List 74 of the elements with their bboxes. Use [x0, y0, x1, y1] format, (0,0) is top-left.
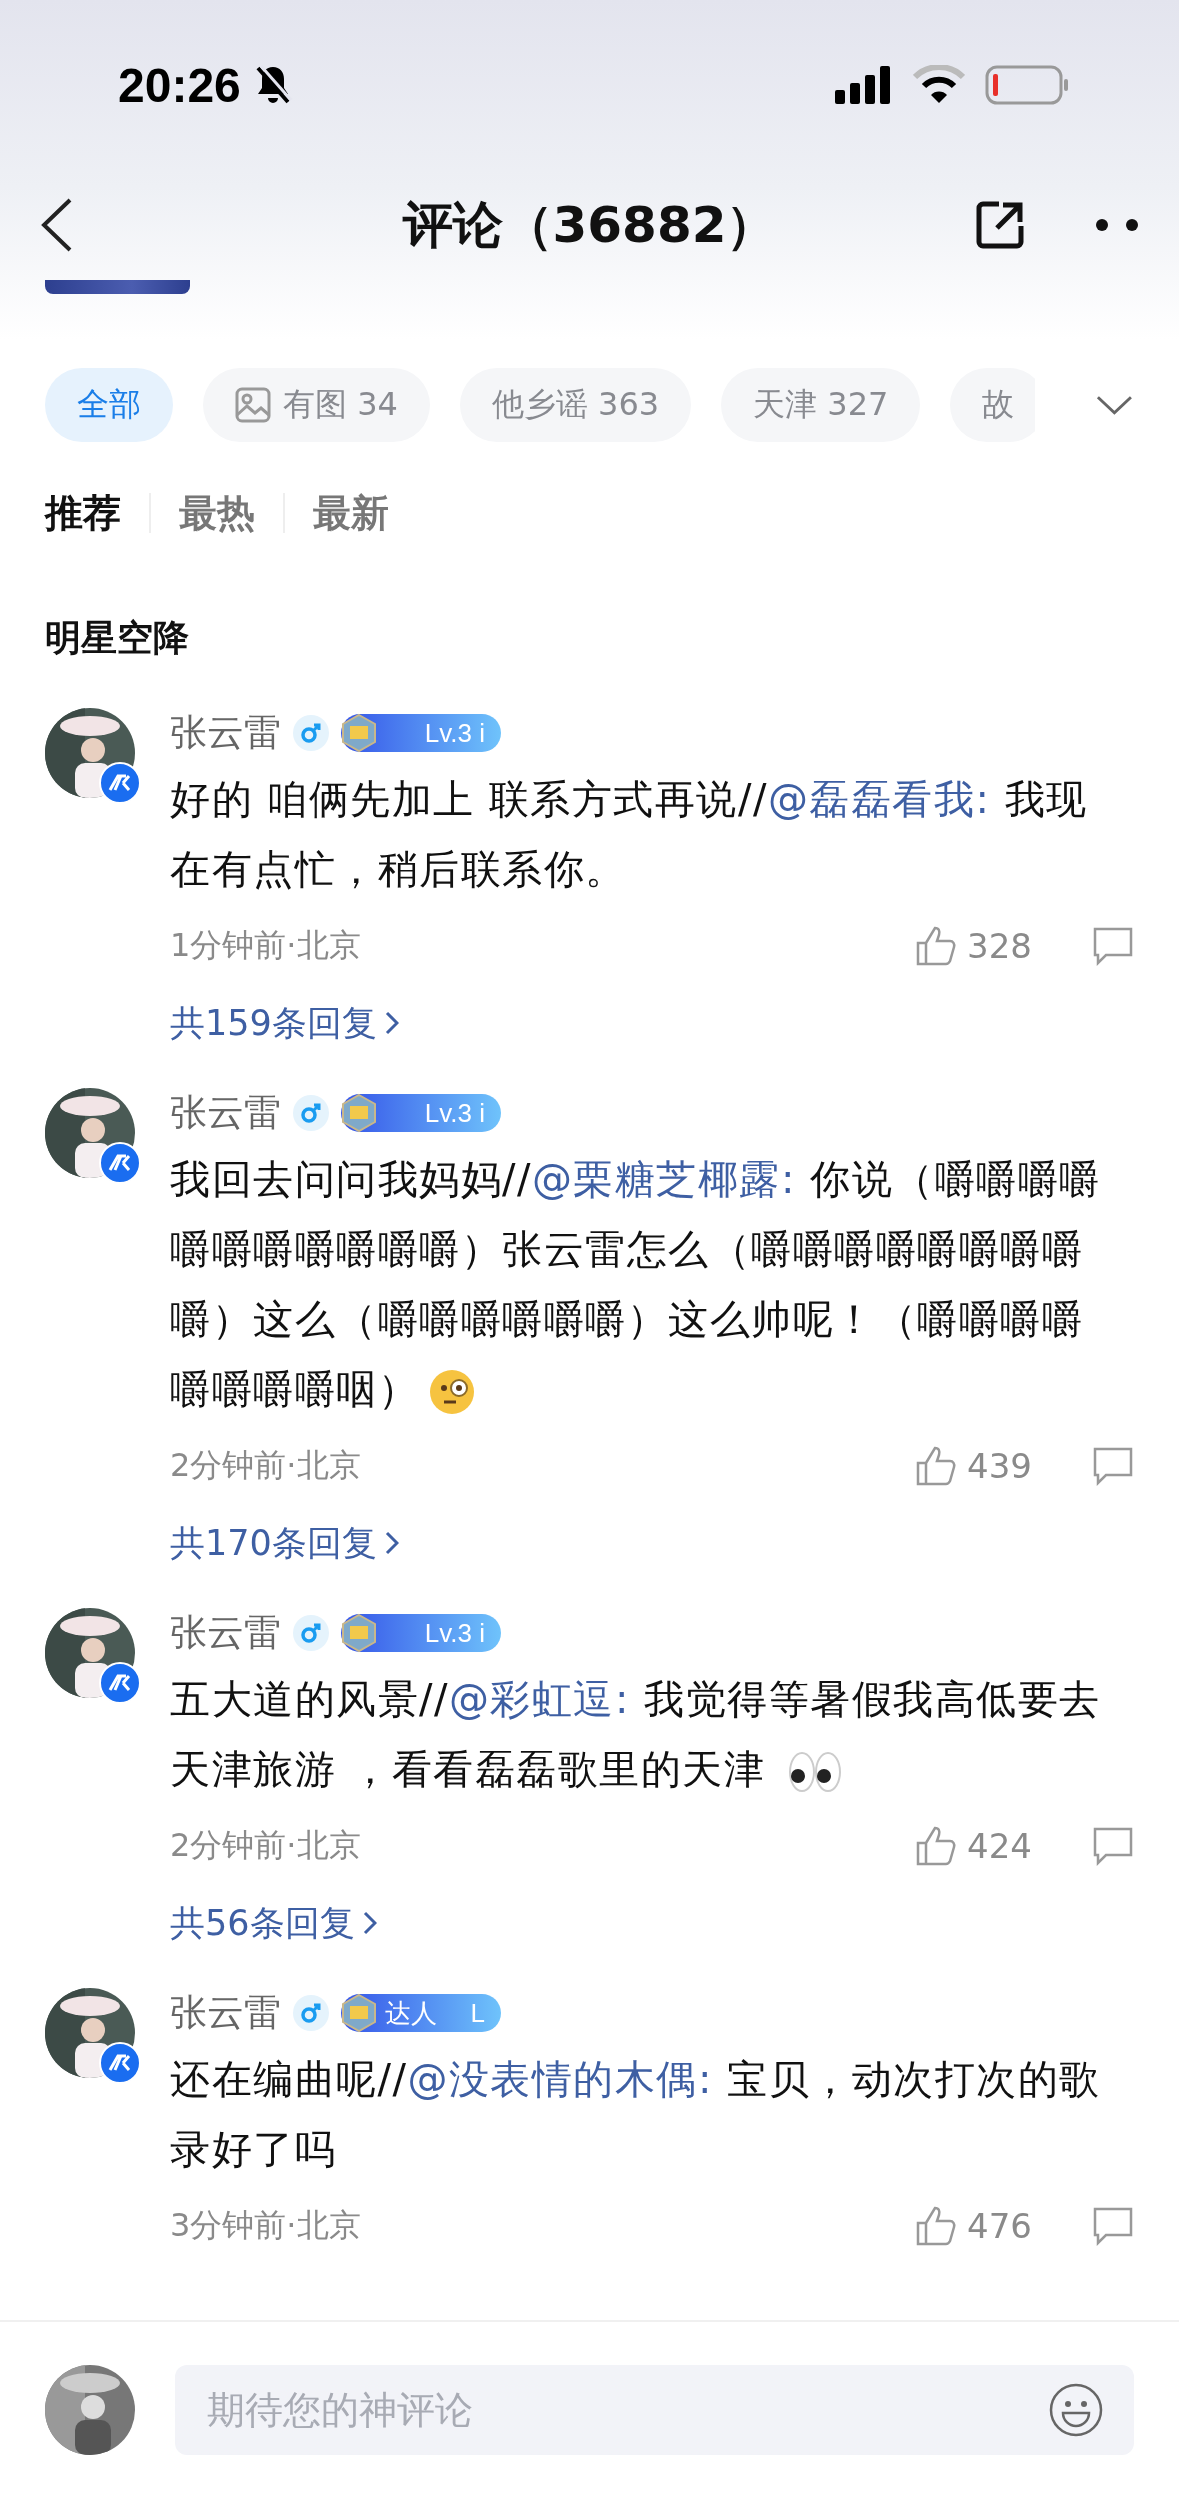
comment-meta: 2分钟前·北京 — [170, 1445, 362, 1486]
thumbs-up-icon — [915, 1445, 958, 1487]
verified-badge-icon — [99, 1662, 141, 1704]
eyes-emoji-icon — [787, 1750, 844, 1794]
level-label: Lv.3 i — [424, 717, 485, 749]
thumbs-up-icon — [915, 925, 958, 967]
battery-icon — [985, 65, 1069, 105]
replies-link[interactable]: 共159条回复 — [170, 998, 399, 1048]
sort-tab[interactable]: 推荐 — [45, 493, 149, 533]
sort-tab[interactable]: 最热 — [149, 493, 283, 533]
back-icon[interactable] — [40, 197, 74, 253]
medal-icon — [339, 1993, 379, 2033]
filter-chip[interactable]: 有图 34 — [203, 368, 430, 442]
like-button[interactable]: 424 — [915, 1825, 1032, 1867]
replies-link[interactable]: 共56条回复 — [170, 1898, 377, 1948]
comment-field[interactable]: 期待您的神评论 — [175, 2364, 1134, 2455]
replies-link[interactable]: 共170条回复 — [170, 1518, 399, 1568]
filter-chip[interactable]: 全部 — [45, 368, 173, 442]
comment-meta: 1分钟前·北京 — [170, 925, 362, 966]
verified-badge-icon — [99, 2042, 141, 2084]
comment-text: 还在编曲呢//@没表情的木偶: 宝贝，动次打次的歌录好了吗 — [170, 2055, 1102, 2174]
share-icon[interactable] — [975, 200, 1025, 250]
level-label: Lv.3 i — [424, 1617, 485, 1649]
comment-text: 好的 咱俩先加上 联系方式再说//@磊磊看我: 我现在有点忙，稍后联系你。 — [170, 775, 1089, 894]
clock-time: 20:26 — [118, 57, 241, 113]
mention-link[interactable]: @栗糖芝椰露: — [531, 1156, 796, 1202]
signal-icon — [835, 66, 893, 104]
medal-icon — [339, 1093, 379, 1133]
wifi-icon — [913, 65, 965, 105]
image-icon — [235, 387, 271, 423]
author-name[interactable]: 张云雷 — [170, 1988, 281, 2038]
chevron-right-icon — [384, 1011, 399, 1035]
page-title: 评论（36882） — [402, 194, 777, 256]
like-button[interactable]: 328 — [915, 925, 1032, 967]
verified-badge-icon — [99, 762, 141, 804]
comment-bubble-icon[interactable] — [1092, 2206, 1134, 2246]
comment-bubble-icon[interactable] — [1092, 1826, 1134, 1866]
verified-badge-icon — [99, 1142, 141, 1184]
author-name[interactable]: 张云雷 — [170, 1608, 281, 1658]
level-label: L — [470, 1997, 485, 2029]
mention-link[interactable]: @彩虹逗: — [448, 1676, 630, 1722]
thumbs-up-icon — [915, 1825, 958, 1867]
comment-bubble-icon[interactable] — [1092, 1446, 1134, 1486]
male-icon — [293, 715, 329, 751]
mention-link[interactable]: @磊磊看我: — [767, 776, 991, 822]
filter-chip[interactable]: 天津 327 — [721, 368, 921, 442]
thumbs-up-icon — [915, 2205, 958, 2247]
badge-title: 达人 — [385, 1996, 437, 2030]
author-name[interactable]: 张云雷 — [170, 1088, 281, 1138]
like-button[interactable]: 476 — [915, 2205, 1032, 2247]
male-icon — [293, 1095, 329, 1131]
smiley-icon[interactable] — [1048, 2381, 1104, 2438]
male-icon — [293, 1615, 329, 1651]
chevron-right-icon — [362, 1911, 377, 1935]
author-name[interactable]: 张云雷 — [170, 708, 281, 758]
comment-text: 五大道的风景//@彩虹逗: 我觉得等暑假我高低要去天津旅游 ，看看磊磊歌里的天津 — [170, 1675, 1102, 1796]
male-icon — [293, 1995, 329, 2031]
level-label: Lv.3 i — [424, 1097, 485, 1129]
comment-meta: 2分钟前·北京 — [170, 1825, 362, 1866]
medal-icon — [339, 1613, 379, 1653]
comment-bubble-icon[interactable] — [1092, 926, 1134, 966]
sort-tab[interactable]: 最新 — [283, 493, 417, 533]
filter-chip[interactable]: 故 — [950, 368, 1036, 442]
comment-input[interactable]: 期待您的神评论 — [205, 2386, 1048, 2433]
more-icon[interactable] — [1095, 218, 1139, 232]
monocle-face-emoji-icon — [427, 1367, 477, 1417]
section-title: 明星空降 — [44, 615, 190, 660]
like-button[interactable]: 439 — [915, 1445, 1032, 1487]
comment-text: 我回去问问我妈妈//@栗糖芝椰露: 你说（嚼嚼嚼嚼嚼嚼嚼嚼嚼嚼嚼）张云雷怎么（嚼嚼嚼嚼嚼嚼嚼嚼嚼）这么（嚼嚼嚼嚼嚼嚼）这么帅呢！（嚼嚼嚼嚼嚼嚼嚼嚼咽） — [170, 1144, 1134, 1424]
mention-link[interactable]: @没表情的木偶: — [407, 2056, 713, 2102]
medal-icon — [339, 713, 379, 753]
filter-chip[interactable]: 他乡谣 363 — [459, 368, 692, 442]
chevron-right-icon — [384, 1531, 399, 1555]
comment-meta: 3分钟前·北京 — [170, 2205, 362, 2246]
